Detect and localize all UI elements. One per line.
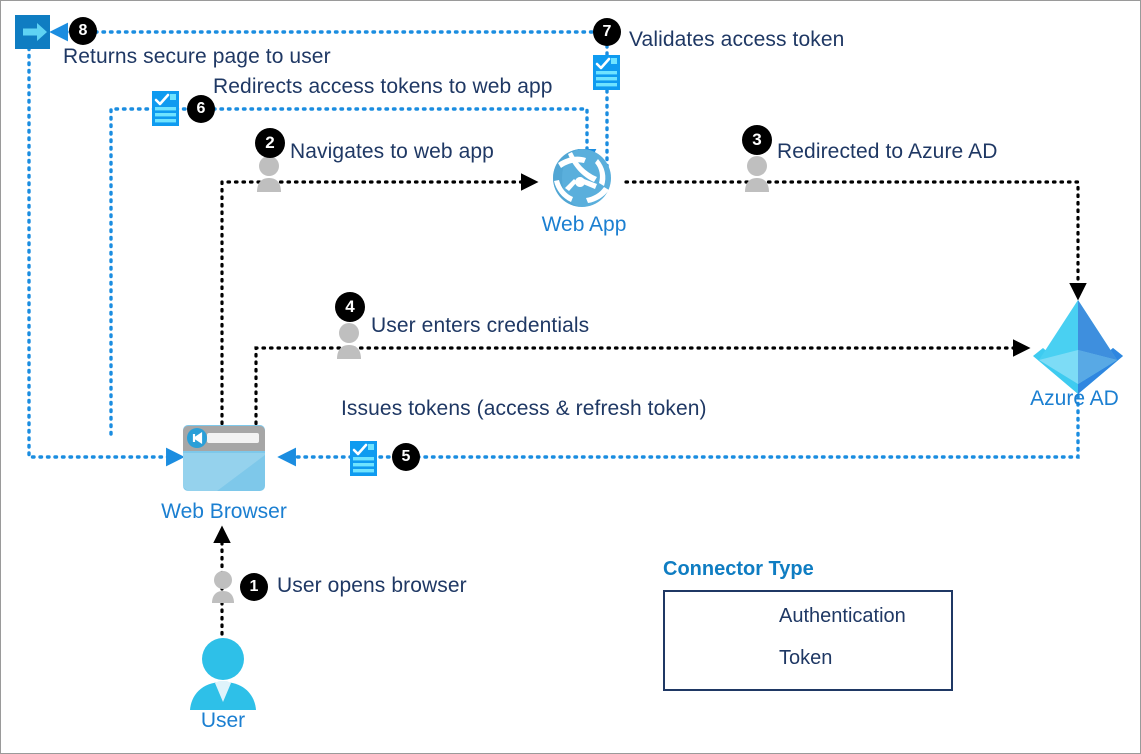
step-badge-8[interactable]: 8	[69, 17, 97, 45]
person-glyph-step-3	[745, 156, 769, 192]
web-app-globe-icon	[553, 149, 611, 207]
web-browser-icon	[183, 425, 265, 491]
step-badge-3[interactable]: 3	[742, 125, 772, 155]
step-label-6: Redirects access tokens to web app	[213, 75, 553, 98]
node-label-web-browser: Web Browser	[161, 500, 287, 523]
person-glyph-step-2	[257, 156, 281, 192]
user-icon	[190, 638, 256, 710]
secure-page-icon	[15, 15, 50, 49]
node-label-azure-ad: Azure AD	[1030, 387, 1119, 410]
step-label-5: Issues tokens (access & refresh token)	[341, 397, 707, 420]
token-icon-step-6	[152, 91, 179, 126]
connector-step-2	[220, 173, 539, 433]
step-badge-1[interactable]: 1	[240, 573, 268, 601]
node-label-user: User	[200, 709, 246, 732]
node-label-web-app: Web App	[541, 213, 627, 236]
step-badge-5[interactable]: 5	[392, 443, 420, 471]
legend-item-authentication: Authentication	[779, 605, 906, 627]
legend-title: Connector Type	[663, 558, 814, 580]
step-label-3: Redirected to Azure AD	[777, 140, 998, 163]
step-badge-4[interactable]: 4	[335, 292, 365, 322]
step-label-2: Navigates to web app	[290, 140, 494, 163]
legend-item-token: Token	[779, 647, 833, 669]
token-icon-step-7	[593, 55, 620, 90]
diagram-canvas: 8 6 2 7 3 4 5 1 Returns secure page to u…	[0, 0, 1141, 754]
connector-step-3	[624, 180, 1087, 301]
step-badge-2[interactable]: 2	[255, 128, 285, 158]
step-label-8: Returns secure page to user	[63, 45, 331, 68]
step-badge-6[interactable]: 6	[187, 95, 215, 123]
person-glyph-step-1	[212, 571, 234, 603]
person-glyph-step-4	[337, 323, 361, 359]
token-icon-step-5	[350, 441, 377, 476]
step-badge-7[interactable]: 7	[593, 18, 621, 46]
step-label-7: Validates access token	[629, 28, 845, 51]
step-label-1: User opens browser	[277, 574, 467, 597]
azure-ad-icon	[1033, 300, 1123, 394]
step-label-4: User enters credentials	[371, 314, 590, 337]
connector-lines	[15, 15, 1123, 710]
